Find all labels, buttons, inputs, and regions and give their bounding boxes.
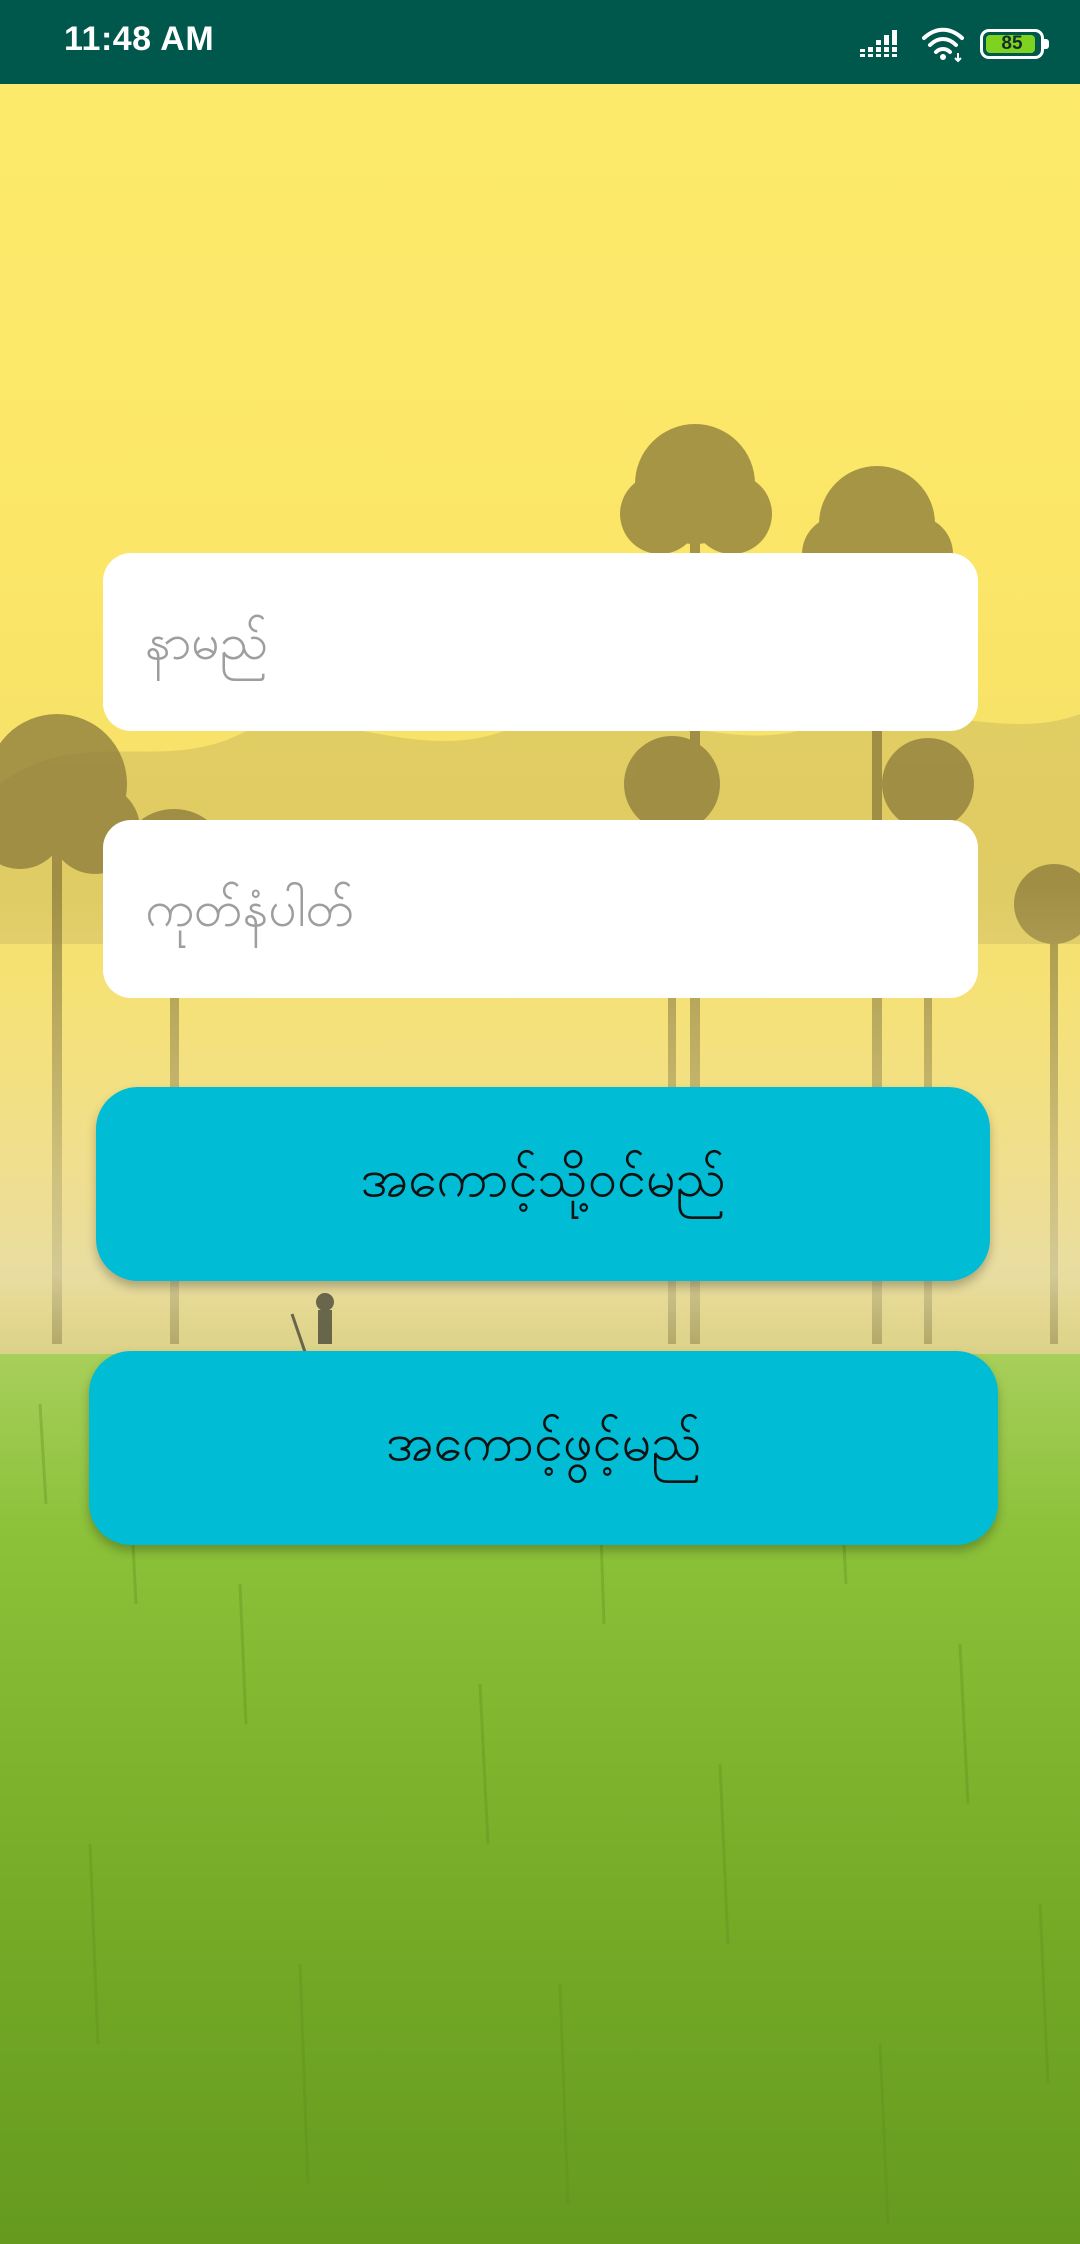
- password-input[interactable]: [103, 820, 978, 998]
- login-button[interactable]: အကောင့်သို့ဝင်မည်: [96, 1087, 990, 1281]
- battery-level-text: 85: [1001, 33, 1023, 54]
- signal-icon: [860, 30, 897, 57]
- status-bar: 11:48 AM 85: [0, 0, 1080, 84]
- name-input[interactable]: [103, 553, 978, 731]
- wifi-icon: [922, 27, 964, 63]
- status-time: 11:48 AM: [64, 20, 215, 58]
- status-icons: 85: [860, 24, 1049, 64]
- register-button[interactable]: အကောင့်ဖွင့်မည်: [89, 1351, 998, 1545]
- battery-cap: [1044, 39, 1049, 49]
- login-button-label: အကောင့်သို့ဝင်မည်: [360, 1149, 726, 1209]
- login-screen: 11:48 AM 85 နာမည် အကောင့်သို့ဝင်မည် အကော…: [0, 0, 1080, 2244]
- battery-icon: 85: [980, 29, 1049, 59]
- register-button-label: အကောင့်ဖွင့်မည်: [385, 1413, 702, 1473]
